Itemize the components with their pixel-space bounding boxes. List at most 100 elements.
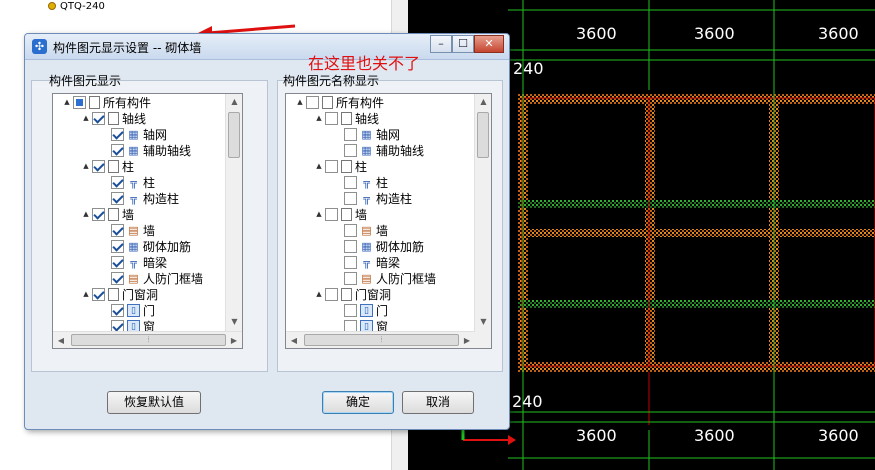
tree-row[interactable]: ▲ 墙 [286,206,475,222]
tree-row[interactable]: ╦ 柱 [286,174,475,190]
scroll-right-arrow[interactable]: ▶ [459,332,475,348]
tree-row[interactable]: ▤ 人防门框墙 [53,270,242,286]
scroll-right-arrow[interactable]: ▶ [226,332,242,348]
collapse-triangle-icon[interactable]: ▲ [315,210,323,218]
scroll-left-arrow[interactable]: ◀ [53,332,69,348]
tree-row[interactable]: ╦ 构造柱 [286,190,475,206]
display-tree[interactable]: ▲ 所有构件 ▲ 轴线 ▦ 轴网 ▦ 辅助轴线 ▲ 柱 ╦ 柱 ╦ 构造柱 ▲ 墙 ▤ 墙 ▦ 砌体加筋 ╦ 暗梁 ▤ 人防门… [52,93,243,349]
tree-checkbox[interactable] [344,175,357,189]
tree-checkbox[interactable] [92,159,105,173]
tree-row[interactable]: ▲ 轴线 [53,110,242,126]
scroll-up-arrow[interactable]: ▲ [475,94,491,110]
name-tree-vscroll[interactable]: ▲ ▼ [474,94,491,348]
hscroll-thumb[interactable]: ⦙ [71,334,226,346]
minimize-button[interactable]: – [430,35,452,53]
tree-row[interactable]: ╦ 柱 [53,174,242,190]
name-display-tree[interactable]: ▲ 所有构件 ▲ 轴线 ▦ 轴网 ▦ 辅助轴线 ▲ 柱 ╦ 柱 ╦ 构造柱 ▲ 墙 ▤ 墙 ▦ 砌体加筋 ╦ 暗梁 ▤ 人防门… [285,93,492,349]
tree-item-qtq-240[interactable]: QTQ-240 [48,0,105,12]
dim-left-top: 240 [513,59,544,78]
tree-row-label: 门 [143,303,156,318]
tree-row[interactable]: ▤ 墙 [286,222,475,238]
tree-row[interactable]: ▤ 墙 [53,222,242,238]
tree-checkbox[interactable] [344,239,357,253]
ok-button[interactable]: 确定 [322,391,394,414]
tree-row[interactable]: ▯ 门 [53,302,242,318]
scroll-thumb[interactable] [477,112,489,158]
tree-checkbox[interactable] [344,223,357,237]
tree-row[interactable]: ▲ 所有构件 [53,94,242,110]
tree-checkbox[interactable] [325,159,338,173]
tree-checkbox[interactable] [306,95,319,109]
tree-checkbox[interactable] [344,127,357,141]
tree-checkbox[interactable] [344,143,357,157]
tree-row[interactable]: ▲ 门窗洞 [53,286,242,302]
tree-row[interactable]: ▦ 辅助轴线 [53,142,242,158]
tree-checkbox[interactable] [73,95,86,109]
tree-row-label: 门窗洞 [355,287,392,302]
tree-row-label: 构造柱 [143,191,180,206]
tree-row[interactable]: ▦ 砌体加筋 [286,238,475,254]
name-tree-hscroll[interactable]: ◀ ⦙ ▶ [286,331,475,348]
collapse-triangle-icon[interactable]: ▲ [315,114,323,122]
tree-row[interactable]: ▲ 墙 [53,206,242,222]
dialog-titlebar[interactable]: ✣ 构件图元显示设置 -- 砌体墙 – ☐ ✕ [25,34,509,60]
doc-icon [341,207,352,221]
tree-checkbox[interactable] [325,287,338,301]
collapse-triangle-icon[interactable]: ▲ [82,290,90,298]
tree-checkbox[interactable] [111,143,124,157]
tree-checkbox[interactable] [344,271,357,285]
collapse-triangle-icon[interactable]: ▲ [315,162,323,170]
wall-h-3 [518,300,875,308]
collapse-triangle-icon[interactable]: ▲ [63,98,71,106]
tree-checkbox[interactable] [92,287,105,301]
tree-checkbox[interactable] [111,255,124,269]
tree-checkbox[interactable] [111,127,124,141]
tree-row[interactable]: ▲ 所有构件 [286,94,475,110]
tree-checkbox[interactable] [325,207,338,221]
tree-row[interactable]: ▯ 门 [286,302,475,318]
tree-checkbox[interactable] [344,303,357,317]
display-tree-hscroll[interactable]: ◀ ⦙ ▶ [53,331,242,348]
tree-row[interactable]: ▦ 轴网 [53,126,242,142]
scroll-thumb[interactable] [228,112,240,158]
tree-row[interactable]: ▦ 轴网 [286,126,475,142]
restore-defaults-button[interactable]: 恢复默认值 [107,391,201,414]
tree-row[interactable]: ▦ 辅助轴线 [286,142,475,158]
tree-checkbox[interactable] [111,239,124,253]
tree-checkbox[interactable] [111,303,124,317]
tree-row[interactable]: ▲ 柱 [53,158,242,174]
tree-row[interactable]: ▲ 柱 [286,158,475,174]
collapse-triangle-icon[interactable]: ▲ [296,98,304,106]
collapse-triangle-icon[interactable]: ▲ [82,114,90,122]
tree-row[interactable]: ▦ 砌体加筋 [53,238,242,254]
scroll-down-arrow[interactable]: ▼ [475,314,491,330]
scroll-up-arrow[interactable]: ▲ [226,94,242,110]
tree-checkbox[interactable] [344,255,357,269]
tree-row[interactable]: ╦ 暗梁 [286,254,475,270]
scroll-left-arrow[interactable]: ◀ [286,332,302,348]
maximize-button[interactable]: ☐ [452,35,474,53]
scroll-down-arrow[interactable]: ▼ [226,314,242,330]
tree-checkbox[interactable] [92,111,105,125]
tree-row[interactable]: ╦ 构造柱 [53,190,242,206]
tree-checkbox[interactable] [92,207,105,221]
hscroll-thumb[interactable]: ⦙ [304,334,459,346]
close-button[interactable]: ✕ [474,35,504,53]
tree-row[interactable]: ▲ 门窗洞 [286,286,475,302]
tree-checkbox[interactable] [111,271,124,285]
collapse-triangle-icon[interactable]: ▲ [82,162,90,170]
tree-checkbox[interactable] [111,223,124,237]
wall-bottom [518,362,875,372]
tree-checkbox[interactable] [325,111,338,125]
component-display-settings-dialog: ✣ 构件图元显示设置 -- 砌体墙 – ☐ ✕ 构件图元显示 ▲ 所有构件 ▲ 轴线 ▦… [24,33,510,430]
collapse-triangle-icon[interactable]: ▲ [82,210,90,218]
tree-checkbox[interactable] [111,191,124,205]
tree-row[interactable]: ▤ 人防门框墙 [286,270,475,286]
tree-row[interactable]: ╦ 暗梁 [53,254,242,270]
tree-checkbox[interactable] [111,175,124,189]
tree-checkbox[interactable] [344,191,357,205]
tree-row[interactable]: ▲ 轴线 [286,110,475,126]
cancel-button[interactable]: 取消 [402,391,474,414]
collapse-triangle-icon[interactable]: ▲ [315,290,323,298]
display-tree-vscroll[interactable]: ▲ ▼ [225,94,242,348]
